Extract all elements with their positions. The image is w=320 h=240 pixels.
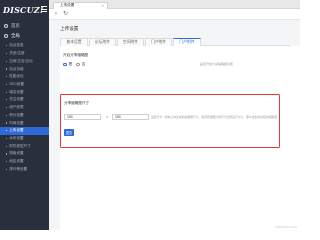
sidebar-item-permissions[interactable]: 用户权限 bbox=[0, 104, 49, 112]
sidebar-item-label: 站点信息 bbox=[9, 43, 24, 48]
close-icon[interactable]: × bbox=[102, 4, 104, 8]
sidebar-item-search[interactable]: 搜索设置 bbox=[0, 150, 49, 158]
refresh-icon[interactable]: ↻ bbox=[63, 11, 68, 17]
page-title: 上传设置 bbox=[60, 26, 79, 31]
bullet-icon bbox=[6, 45, 8, 47]
bullet-icon bbox=[6, 52, 8, 55]
tab-portal-attach[interactable]: 门户附件 bbox=[145, 38, 172, 46]
share-thumb-radios: 是 否 bbox=[63, 62, 85, 67]
sidebar-item-label: 空间/交友/论坛 bbox=[9, 58, 33, 63]
sidebar-item-label: SEO设置 bbox=[9, 81, 24, 86]
bullet-icon bbox=[6, 99, 8, 101]
sidebar-item-label: 地区设置 bbox=[9, 159, 24, 164]
globe-icon bbox=[4, 34, 8, 38]
share-thumb-hint: 是否开启分享缩略图功能 bbox=[200, 62, 234, 66]
bullet-icon bbox=[6, 122, 8, 124]
back-icon[interactable]: ‹ bbox=[55, 11, 57, 17]
bullet-icon bbox=[6, 137, 8, 140]
bullet-icon bbox=[6, 60, 8, 62]
sidebar-item-label: 搜索设置 bbox=[9, 151, 24, 156]
sidebar-item-global[interactable]: 全局 bbox=[0, 31, 49, 41]
logo-bar: DISCUZ! bbox=[0, 0, 49, 20]
tab-forum-attach[interactable]: 论坛附件 bbox=[89, 38, 116, 46]
sidebar-top-nav: 首页 全局 bbox=[0, 20, 49, 41]
tab-space-attach[interactable]: 空间附件 bbox=[117, 38, 144, 46]
sidebar-item-label: 水印设置 bbox=[9, 135, 24, 140]
sidebar-item-site-info[interactable]: 站点信息 bbox=[0, 42, 49, 50]
settings-subtabs: 基本设置 论坛附件 空间附件 门户附件 门户附件 bbox=[60, 38, 290, 47]
document-tabs-bar: 上传设置 × bbox=[49, 0, 300, 9]
sidebar-item-home[interactable]: 首页 bbox=[0, 21, 49, 31]
home-icon bbox=[4, 24, 8, 28]
radio-label: 否 bbox=[81, 62, 86, 66]
sidebar-item-label: 域名设置 bbox=[9, 89, 24, 94]
sidebar-item-time[interactable]: 时间设置 bbox=[0, 119, 49, 127]
menu-toggle-icon[interactable] bbox=[41, 6, 47, 12]
sidebar-item-close-register[interactable]: 关闭/注册 bbox=[0, 50, 49, 58]
tab-basic[interactable]: 基本设置 bbox=[60, 38, 88, 46]
sidebar: DISCUZ! 首页 全局 站点信息 关闭/注册 空间/交友/论坛 站点功能 性… bbox=[0, 0, 49, 230]
thumb-width-input[interactable]: 150 bbox=[64, 114, 101, 120]
bullet-icon bbox=[6, 114, 8, 116]
sidebar-item-space[interactable]: 空间/交友/论坛 bbox=[0, 57, 49, 65]
sidebar-item-ranking[interactable]: 排行榜设置 bbox=[0, 166, 49, 174]
sidebar-item-label: 全局 bbox=[11, 33, 20, 38]
sidebar-item-region[interactable]: 地区设置 bbox=[0, 158, 49, 166]
sidebar-item-performance[interactable]: 性能优化 bbox=[0, 73, 49, 81]
radio-no[interactable]: 否 bbox=[76, 62, 85, 67]
sidebar-item-label: 时间设置 bbox=[9, 120, 24, 125]
sidebar-item-label: 上传设置 bbox=[9, 128, 24, 133]
bullet-icon bbox=[6, 168, 8, 170]
thumb-size-label: 分享缩略图尺寸 bbox=[64, 101, 90, 105]
sidebar-item-label: 站点功能 bbox=[9, 66, 24, 71]
highlight-box: 分享缩略图尺寸 150 × 150 设置分享一篇帖子时生成的缩略图尺寸，如果原始… bbox=[60, 94, 280, 148]
sidebar-sub-list: 站点信息 关闭/注册 空间/交友/论坛 站点功能 性能优化 SEO设置 域名设置… bbox=[0, 42, 49, 173]
radio-circle-icon bbox=[63, 62, 67, 67]
thumb-height-input[interactable]: 150 bbox=[112, 114, 149, 120]
sidebar-item-upload[interactable]: 上传设置 bbox=[0, 126, 49, 135]
tab-upload-settings[interactable]: 上传设置 × bbox=[53, 1, 108, 9]
bullet-icon bbox=[6, 145, 8, 147]
share-thumb-label: 开启分享缩略图 bbox=[63, 53, 89, 57]
bullet-icon bbox=[6, 153, 8, 155]
sidebar-item-label: 积分设置 bbox=[9, 112, 24, 117]
radio-yes[interactable]: 是 bbox=[63, 62, 72, 67]
watermark-text: zhidaoxx.com bbox=[275, 225, 297, 229]
sidebar-item-label: 附件类型尺寸 bbox=[9, 143, 31, 148]
bullet-icon bbox=[6, 91, 8, 93]
sidebar-item-label: 关闭/注册 bbox=[9, 51, 25, 56]
settings-card: 开启分享缩略图 是 否 是否开启分享缩略图功能 分享缩略图尺寸 150 × 15… bbox=[60, 46, 300, 230]
sidebar-item-follow[interactable]: 关注设置 bbox=[0, 96, 49, 104]
radio-circle-icon bbox=[76, 62, 80, 67]
submit-button[interactable]: 提交 bbox=[64, 129, 74, 136]
sidebar-item-label: 关注设置 bbox=[9, 97, 24, 102]
sidebar-item-label: 性能优化 bbox=[9, 74, 24, 79]
sidebar-item-credits[interactable]: 积分设置 bbox=[0, 111, 49, 119]
sidebar-item-attach-types[interactable]: 附件类型尺寸 bbox=[0, 142, 49, 150]
bullet-icon bbox=[6, 68, 8, 70]
sidebar-item-label: 用户权限 bbox=[9, 105, 24, 110]
bullet-icon bbox=[6, 130, 8, 132]
sidebar-item-watermark[interactable]: 水印设置 bbox=[0, 135, 49, 143]
logo: DISCUZ! bbox=[3, 5, 44, 15]
thumb-size-hint: 设置分享一篇帖子时生成的缩略图尺寸，如果原始图片的尺寸比所设尺寸大，那么会生成对… bbox=[151, 115, 277, 119]
sidebar-item-domain[interactable]: 域名设置 bbox=[0, 88, 49, 96]
sidebar-item-seo[interactable]: SEO设置 bbox=[0, 81, 49, 89]
sidebar-item-label: 首页 bbox=[11, 23, 20, 28]
toolbar: ‹ ↻ bbox=[49, 9, 300, 20]
bullet-icon bbox=[6, 161, 8, 163]
bullet-icon bbox=[6, 83, 8, 86]
times-sign: × bbox=[106, 114, 109, 119]
bullet-icon bbox=[6, 107, 8, 109]
main-content: 上传设置 基本设置 论坛附件 空间附件 门户附件 门户附件 开启分享缩略图 是 … bbox=[49, 20, 300, 230]
bullet-icon bbox=[6, 76, 8, 78]
tab-label: 上传设置 bbox=[60, 3, 75, 8]
radio-label: 是 bbox=[68, 62, 73, 66]
sidebar-item-features[interactable]: 站点功能 bbox=[0, 65, 49, 73]
sidebar-item-label: 排行榜设置 bbox=[9, 166, 28, 171]
